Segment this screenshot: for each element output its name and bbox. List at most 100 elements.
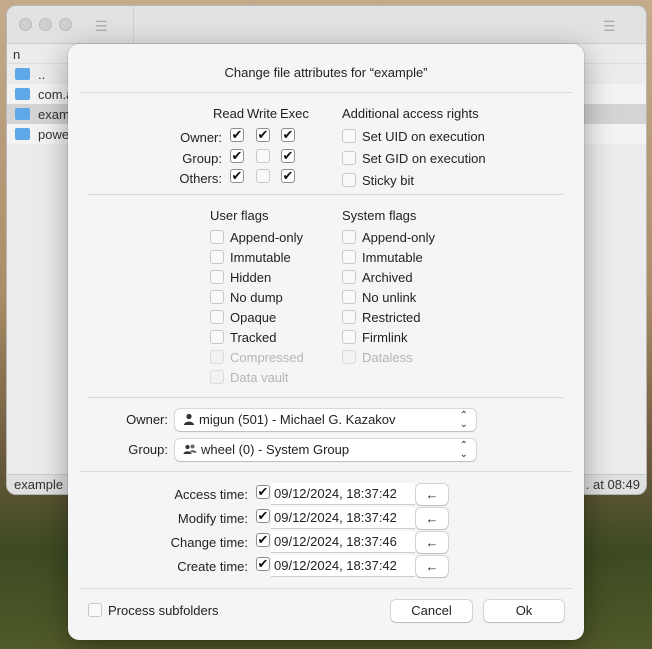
zoom-window-button[interactable]: [59, 18, 72, 31]
user-no-dump-checkbox[interactable]: [210, 290, 224, 304]
sys-archived-label[interactable]: Archived: [362, 270, 413, 285]
owner-write-checkbox[interactable]: ✔: [256, 128, 270, 142]
dialog-title: Change file attributes for “example”: [224, 65, 428, 80]
user-compressed-checkbox: [210, 350, 224, 364]
change-attributes-dialog: Change file attributes for “example” Rea…: [68, 44, 584, 640]
perm-group-label: Group:: [182, 151, 222, 166]
window-titlebar: ☰ ☰: [7, 6, 646, 44]
group-write-checkbox[interactable]: [256, 149, 270, 163]
arrow-left-icon: ←: [425, 487, 439, 502]
user-icon: [183, 413, 195, 425]
user-immutable-checkbox[interactable]: [210, 250, 224, 264]
sys-immutable-checkbox[interactable]: [342, 250, 356, 264]
file-name: ..: [38, 66, 46, 82]
sys-immutable-label[interactable]: Immutable: [362, 250, 423, 265]
group-exec-checkbox[interactable]: ✔: [281, 149, 295, 163]
modify-time-reset-button[interactable]: ←: [416, 508, 448, 529]
access-time-checkbox[interactable]: ✔: [256, 485, 270, 499]
folder-icon: [15, 108, 30, 120]
divider: [80, 588, 572, 589]
sys-archived-checkbox[interactable]: [342, 270, 356, 284]
divider: [88, 397, 564, 398]
create-time-field[interactable]: 09/12/2024, 18:37:42: [271, 555, 415, 577]
user-append-only-checkbox[interactable]: [210, 230, 224, 244]
owner-select-label: Owner:: [126, 412, 168, 427]
ok-button[interactable]: Ok: [484, 600, 564, 622]
user-append-only-label[interactable]: Append-only: [230, 230, 303, 245]
system-flags-title: System flags: [342, 208, 417, 223]
close-window-button[interactable]: [19, 18, 32, 31]
folder-icon: [15, 68, 30, 80]
owner-select[interactable]: migun (501) - Michael G. Kazakov ⌃ ⌄: [175, 409, 476, 431]
owner-read-checkbox[interactable]: ✔: [230, 128, 244, 142]
perm-others-label: Others:: [179, 171, 222, 186]
chevron-updown-icon: ⌃ ⌄: [459, 410, 468, 430]
change-time-field[interactable]: 09/12/2024, 18:37:46: [271, 531, 415, 553]
access-time-field[interactable]: 09/12/2024, 18:37:42: [271, 483, 415, 505]
access-time-reset-button[interactable]: ←: [416, 484, 448, 505]
arrow-left-icon: ←: [425, 511, 439, 526]
menu-icon[interactable]: ☰: [95, 18, 108, 35]
sys-no-unlink-checkbox[interactable]: [342, 290, 356, 304]
sys-dataless-checkbox: [342, 350, 356, 364]
set-uid-checkbox[interactable]: [342, 129, 356, 143]
minimize-window-button[interactable]: [39, 18, 52, 31]
user-data-vault-checkbox: [210, 370, 224, 384]
user-compressed-label: Compressed: [230, 350, 304, 365]
arrow-left-icon: ←: [425, 559, 439, 574]
perm-owner-label: Owner:: [180, 130, 222, 145]
owner-exec-checkbox[interactable]: ✔: [281, 128, 295, 142]
others-read-checkbox[interactable]: ✔: [230, 169, 244, 183]
sys-restricted-checkbox[interactable]: [342, 310, 356, 324]
others-write-checkbox[interactable]: [256, 169, 270, 183]
sys-no-unlink-label[interactable]: No unlink: [362, 290, 416, 305]
sys-restricted-label[interactable]: Restricted: [362, 310, 421, 325]
folder-icon: [15, 88, 30, 100]
user-immutable-label[interactable]: Immutable: [230, 250, 291, 265]
process-subfolders-checkbox[interactable]: [88, 603, 102, 617]
menu-icon-right[interactable]: ☰: [603, 18, 616, 35]
sticky-bit-label[interactable]: Sticky bit: [362, 173, 414, 188]
user-data-vault-label: Data vault: [230, 370, 289, 385]
create-time-reset-button[interactable]: ←: [416, 556, 448, 577]
set-gid-checkbox[interactable]: [342, 151, 356, 165]
group-select-label: Group:: [128, 442, 168, 457]
modify-time-field[interactable]: 09/12/2024, 18:37:42: [271, 507, 415, 529]
file-name: powe: [38, 126, 70, 142]
folder-icon: [15, 128, 30, 140]
sys-append-only-label[interactable]: Append-only: [362, 230, 435, 245]
sys-firmlink-checkbox[interactable]: [342, 330, 356, 344]
status-left-text: example: [14, 477, 64, 492]
user-opaque-label[interactable]: Opaque: [230, 310, 276, 325]
group-icon: [183, 443, 197, 455]
process-subfolders-label[interactable]: Process subfolders: [108, 603, 219, 618]
write-header: Write: [247, 106, 278, 121]
others-exec-checkbox[interactable]: ✔: [281, 169, 295, 183]
sys-append-only-checkbox[interactable]: [342, 230, 356, 244]
modify-time-checkbox[interactable]: ✔: [256, 509, 270, 523]
user-tracked-label[interactable]: Tracked: [230, 330, 276, 345]
modify-time-label: Modify time:: [177, 511, 248, 526]
set-gid-label[interactable]: Set GID on execution: [362, 151, 486, 166]
access-time-label: Access time:: [174, 487, 248, 502]
change-time-checkbox[interactable]: ✔: [256, 533, 270, 547]
cancel-button[interactable]: Cancel: [391, 600, 472, 622]
exec-header: Exec: [280, 106, 309, 121]
user-opaque-checkbox[interactable]: [210, 310, 224, 324]
user-no-dump-label[interactable]: No dump: [230, 290, 283, 305]
user-hidden-checkbox[interactable]: [210, 270, 224, 284]
group-read-checkbox[interactable]: ✔: [230, 149, 244, 163]
change-time-reset-button[interactable]: ←: [416, 532, 448, 553]
user-hidden-label[interactable]: Hidden: [230, 270, 271, 285]
owner-select-value: migun (501) - Michael G. Kazakov: [199, 412, 396, 427]
sys-dataless-label: Dataless: [362, 350, 413, 365]
status-right-text: . at 08:49: [585, 477, 640, 492]
group-select[interactable]: wheel (0) - System Group ⌃ ⌄: [175, 439, 476, 461]
user-tracked-checkbox[interactable]: [210, 330, 224, 344]
sticky-bit-checkbox[interactable]: [342, 173, 356, 187]
set-uid-label[interactable]: Set UID on execution: [362, 129, 485, 144]
create-time-checkbox[interactable]: ✔: [256, 557, 270, 571]
sys-firmlink-label[interactable]: Firmlink: [362, 330, 408, 345]
divider: [80, 92, 572, 93]
read-header: Read: [213, 106, 245, 121]
